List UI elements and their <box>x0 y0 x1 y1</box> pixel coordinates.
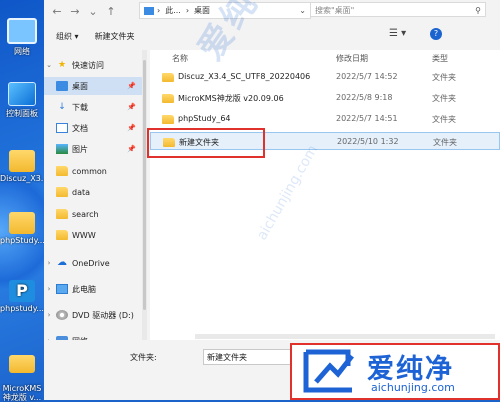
folder-icon <box>56 209 68 219</box>
star-icon: ★ <box>57 60 67 70</box>
folder-icon <box>56 187 68 197</box>
computer-icon <box>56 284 68 294</box>
nav-documents[interactable]: 文档 📌 <box>44 119 142 137</box>
dvd-icon <box>56 310 68 320</box>
document-icon <box>56 123 68 133</box>
nav-pictures[interactable]: 图片 📌 <box>44 140 142 158</box>
logo-icon <box>303 349 354 393</box>
nav-dvd-drive[interactable]: › DVD 驱动器 (D:) <box>44 306 142 324</box>
nav-common[interactable]: common <box>44 162 142 180</box>
chevron-down-icon[interactable]: ⌄ <box>44 61 54 69</box>
cloud-icon: ☁ <box>57 257 67 268</box>
nav-onedrive[interactable]: › ☁ OneDrive <box>44 254 142 272</box>
highlight-box <box>147 128 265 158</box>
network-icon <box>7 18 37 44</box>
desktop-icon-microkms[interactable]: MicroKMS 神龙版 v... <box>0 346 44 402</box>
desktop-icon-discuz[interactable]: Discuz_X3... <box>0 150 48 183</box>
file-row[interactable]: MicroKMS神龙版 v20.09.06 2022/5/8 9:18 文件夹 <box>150 89 500 107</box>
pictures-icon <box>56 144 68 154</box>
nav-quick-access[interactable]: ⌄ ★ 快速访问 <box>44 56 142 74</box>
nav-www[interactable]: WWW <box>44 226 142 244</box>
nav-data[interactable]: data <box>44 183 142 201</box>
chevron-right-icon[interactable]: › <box>44 259 54 267</box>
nav-this-pc[interactable]: › 此电脑 <box>44 280 142 298</box>
desktop-icon-control-panel[interactable]: 控制面板 <box>0 82 44 119</box>
new-folder-button[interactable]: 新建文件夹 <box>95 31 135 42</box>
back-arrow-icon[interactable]: ← <box>48 5 66 18</box>
path-separator: › <box>185 6 190 15</box>
folder-icon <box>162 94 174 103</box>
nav-desktop[interactable]: 桌面 📌 <box>44 77 142 95</box>
file-list: 名称 修改日期 类型 Discuz_X3.4_SC_UTF8_20220406 … <box>150 50 500 340</box>
filename-label: 文件夹: <box>130 353 157 362</box>
save-dialog: ← → ⌄ ↑ › 此... › 桌面 ⌄ 搜索"桌面" ⚲ 组织 ▾ 新建文件… <box>44 0 500 400</box>
file-row[interactable]: phpStudy_64 2022/5/7 14:51 文件夹 <box>150 110 500 128</box>
column-type[interactable]: 类型 <box>432 53 448 64</box>
horizontal-scrollbar[interactable] <box>195 334 495 339</box>
folder-icon <box>9 212 35 234</box>
search-input[interactable]: 搜索"桌面" ⚲ <box>310 2 486 17</box>
phpstudy-icon: P <box>9 280 35 302</box>
path-prefix[interactable]: 此... <box>165 5 181 16</box>
desktop-icon-phpstudy-app[interactable]: P phpstudy... <box>0 280 44 313</box>
control-panel-icon <box>8 82 36 106</box>
view-options-icon[interactable]: ☰ ▾ <box>389 28 406 39</box>
folder-icon <box>56 166 68 176</box>
folder-icon <box>9 150 35 172</box>
nav-search[interactable]: search <box>44 205 142 223</box>
file-row[interactable]: Discuz_X3.4_SC_UTF8_20220406 2022/5/7 14… <box>150 68 500 86</box>
folder-icon <box>56 230 68 240</box>
pin-icon: 📌 <box>127 103 136 111</box>
desktop-location-icon <box>144 6 154 15</box>
nav-downloads[interactable]: ↓ 下载 📌 <box>44 98 142 116</box>
desktop-icon-phpstudy-folder[interactable]: phpStudy... <box>0 212 45 245</box>
folder-icon <box>9 355 35 373</box>
column-name[interactable]: 名称 <box>172 53 188 64</box>
download-icon: ↓ <box>58 102 66 112</box>
folder-icon <box>162 73 174 82</box>
chevron-right-icon[interactable]: › <box>44 311 54 319</box>
path-sep-icon: › <box>157 6 161 15</box>
column-date[interactable]: 修改日期 <box>336 53 368 64</box>
nav-scrollbar-thumb[interactable] <box>143 60 146 310</box>
help-icon[interactable]: ? <box>430 28 442 40</box>
logo-url: aichunjing.com <box>371 381 455 394</box>
chevron-right-icon[interactable]: › <box>44 285 54 293</box>
pin-icon: 📌 <box>127 145 136 153</box>
desktop-icon <box>56 81 68 91</box>
recent-chevron-icon[interactable]: ⌄ <box>84 5 102 18</box>
folder-icon <box>162 115 174 124</box>
forward-arrow-icon[interactable]: → <box>66 5 84 18</box>
desktop-icon-network[interactable]: 网络 <box>0 18 44 57</box>
organize-button[interactable]: 组织 ▾ <box>56 31 79 42</box>
pin-icon: 📌 <box>127 82 136 90</box>
up-arrow-icon[interactable]: ↑ <box>102 5 120 18</box>
pin-icon: 📌 <box>127 124 136 132</box>
path-dropdown-icon[interactable]: ⌄ <box>299 6 306 15</box>
search-icon: ⚲ <box>475 6 481 15</box>
navigation-pane: ⌄ ★ 快速访问 桌面 📌 ↓ 下载 📌 文档 📌 图片 📌 common da… <box>44 50 142 346</box>
